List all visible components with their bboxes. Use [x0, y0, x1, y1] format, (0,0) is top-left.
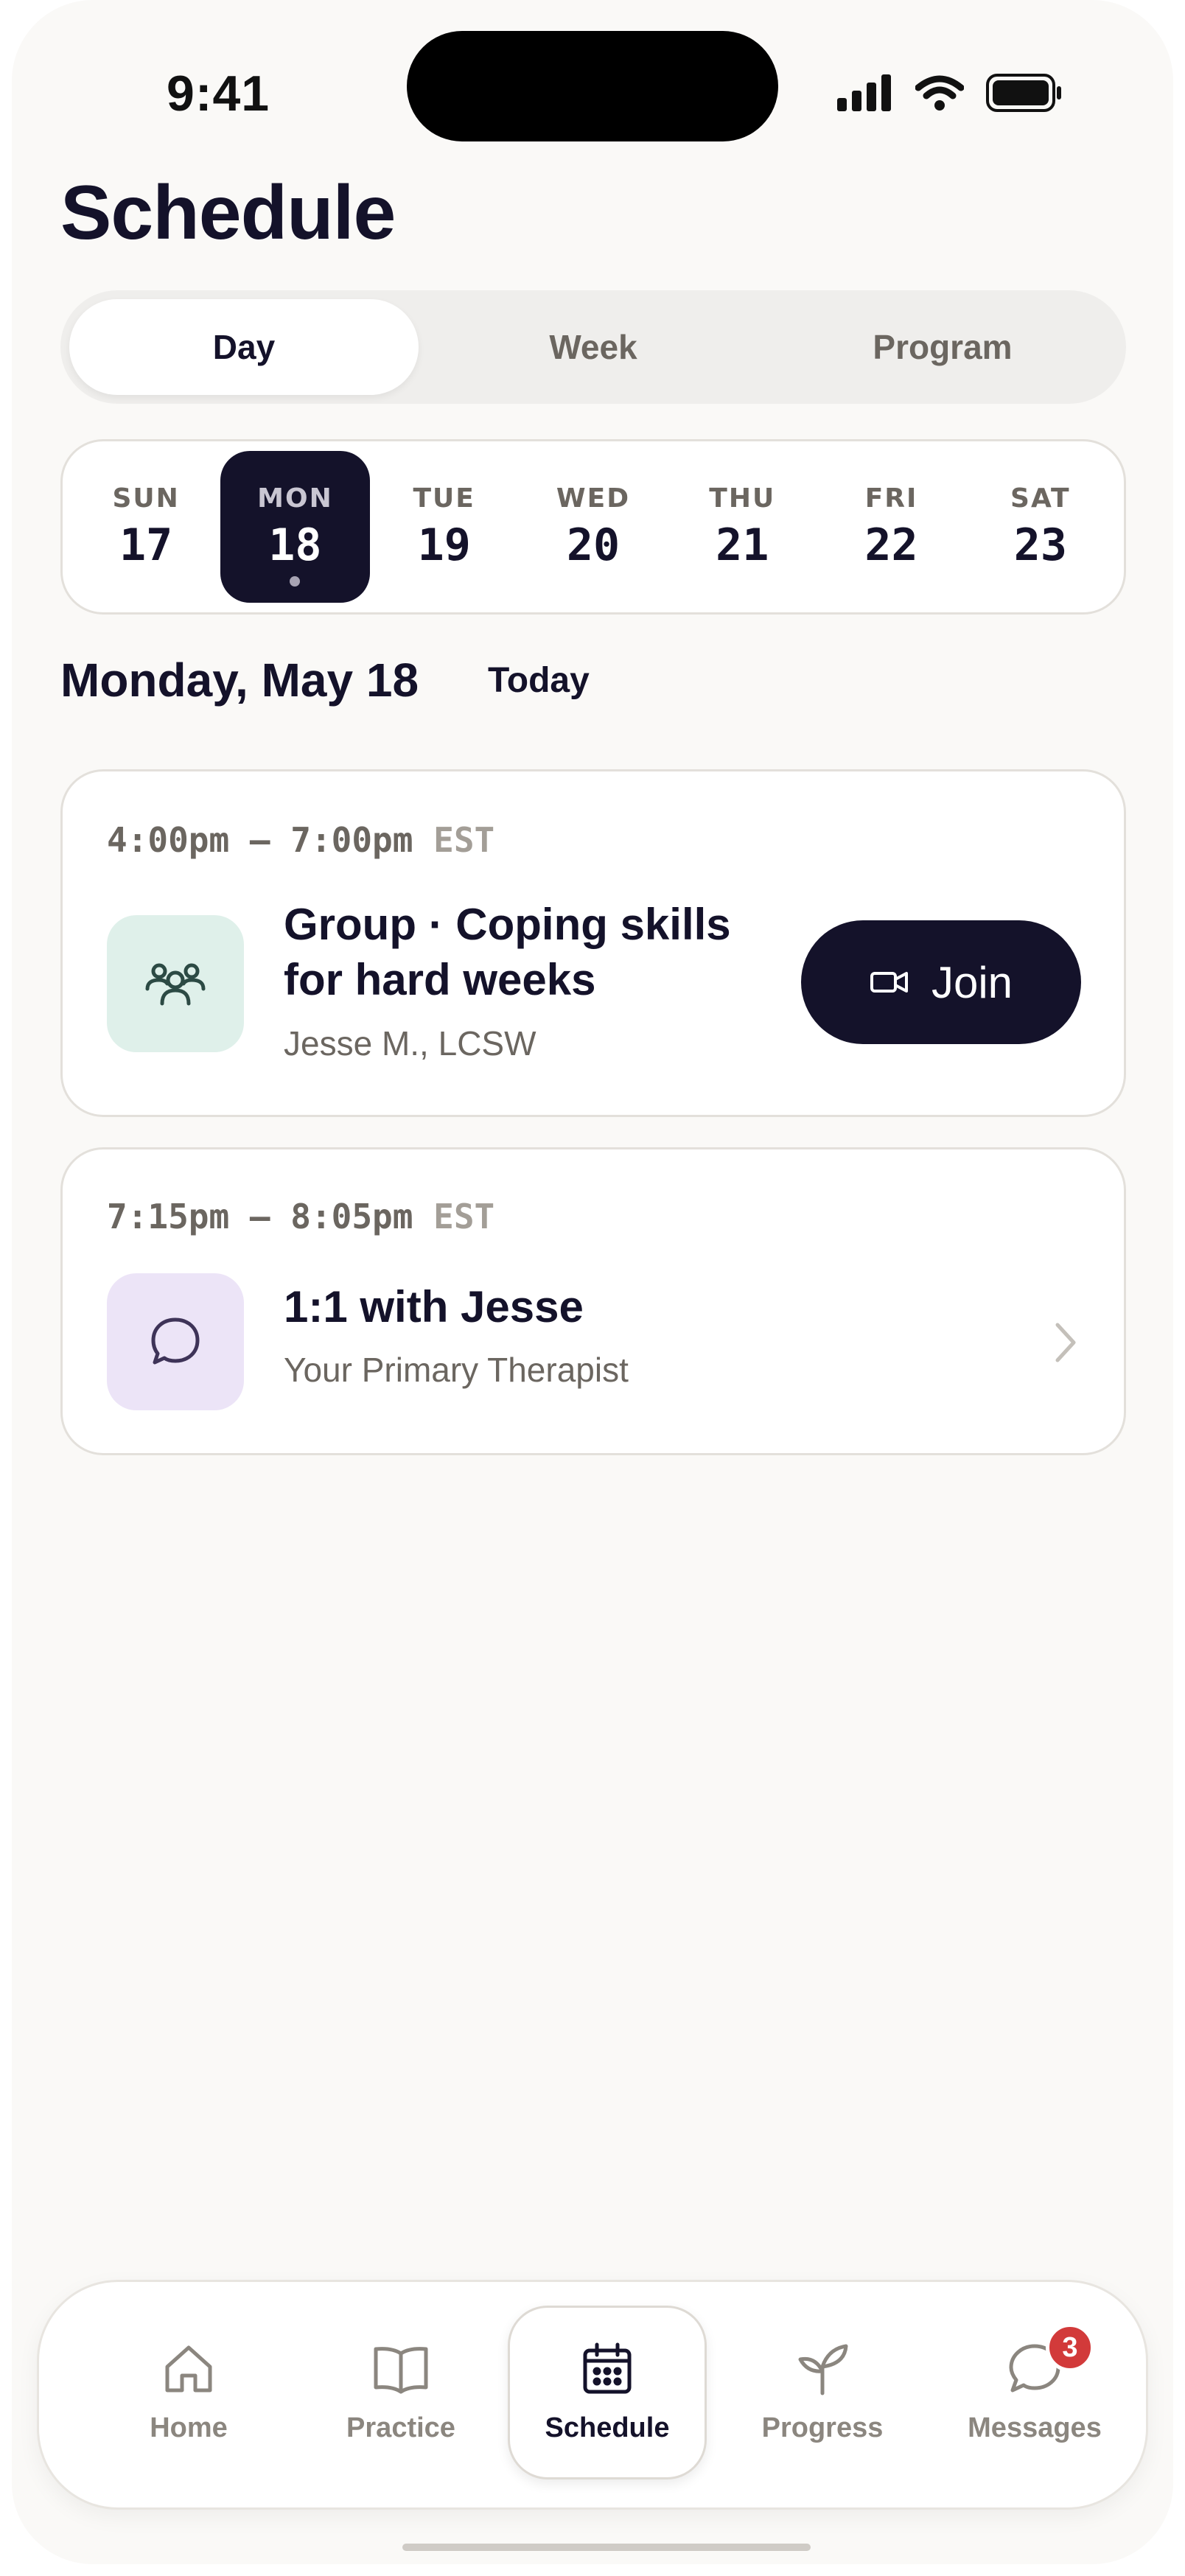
session-title: Group · Coping skills for hard weeks — [284, 900, 731, 1004]
session-host: Jesse M., LCSW — [284, 1024, 536, 1063]
chat-bubble-icon — [107, 1273, 244, 1410]
day-number: 17 — [119, 519, 173, 571]
tab-program[interactable]: Program — [768, 299, 1117, 395]
tab-label: Messages — [968, 2412, 1102, 2443]
tab-practice[interactable]: Practice — [301, 2306, 500, 2479]
session-card-one-on-one[interactable]: 7:15pm – 8:05pm EST 1:1 with Jesse Your … — [60, 1147, 1126, 1455]
session-time: 7:15pm – 8:05pm EST — [107, 1197, 494, 1236]
day-sat[interactable]: SAT 23 — [966, 451, 1115, 603]
session-time: 4:00pm – 7:00pm EST — [107, 820, 494, 860]
day-name: MON — [257, 483, 333, 514]
view-toggle: Day Week Program — [60, 290, 1126, 404]
tab-label: Practice — [346, 2412, 455, 2443]
day-fri[interactable]: FRI 22 — [817, 451, 965, 603]
session-time-range: 4:00pm – 7:00pm — [107, 820, 413, 860]
day-name: THU — [709, 483, 776, 514]
session-title: 1:1 with Jesse — [284, 1282, 584, 1331]
tab-label: Schedule — [545, 2412, 670, 2443]
sprout-icon — [798, 2344, 848, 2395]
session-timezone: EST — [433, 1197, 495, 1236]
day-wed[interactable]: WED 20 — [519, 451, 668, 603]
day-tue[interactable]: TUE 19 — [370, 451, 519, 603]
tab-messages[interactable]: Messages 3 — [935, 2306, 1134, 2479]
status-icons — [837, 74, 1063, 112]
status-time: 9:41 — [167, 66, 270, 122]
unread-badge: 3 — [1046, 2323, 1094, 2372]
book-icon — [374, 2346, 428, 2393]
session-time-range: 7:15pm – 8:05pm — [107, 1197, 413, 1236]
home-indicator — [402, 2544, 811, 2551]
chevron-right-icon — [1055, 1323, 1076, 1362]
today-button[interactable]: Today — [473, 656, 604, 705]
day-name: SUN — [112, 483, 180, 514]
day-number: 23 — [1013, 519, 1067, 571]
dynamic-island — [407, 31, 778, 141]
group-icon — [107, 915, 244, 1052]
day-number: 20 — [566, 519, 621, 571]
day-sun[interactable]: SUN 17 — [71, 451, 220, 603]
page-title: Schedule — [60, 170, 396, 256]
day-name: SAT — [1010, 483, 1071, 514]
session-host: Your Primary Therapist — [284, 1351, 629, 1389]
day-number: 19 — [417, 519, 471, 571]
join-button-label: Join — [931, 957, 1013, 1007]
battery-icon — [986, 74, 1061, 112]
tab-home[interactable]: Home — [89, 2306, 288, 2479]
phone-screen: 9:41 Schedule Day Week Program SUN 17 MO… — [12, 0, 1173, 2564]
tab-label: Home — [150, 2412, 228, 2443]
video-camera-icon — [870, 972, 908, 993]
day-mon-selected[interactable]: MON 18 — [220, 451, 370, 603]
tab-day[interactable]: Day — [69, 299, 419, 395]
day-thu[interactable]: THU 21 — [668, 451, 817, 603]
week-day-strip: SUN 17 MON 18 TUE 19 WED 20 THU 21 FRI 2… — [60, 439, 1126, 615]
day-name: TUE — [413, 483, 475, 514]
session-timezone: EST — [433, 820, 495, 860]
tab-progress[interactable]: Progress — [723, 2306, 922, 2479]
day-number: 18 — [268, 519, 322, 571]
day-number: 21 — [716, 519, 769, 571]
signal-icon — [837, 74, 891, 111]
calendar-icon — [583, 2342, 632, 2393]
date-heading: Monday, May 18 — [60, 654, 419, 707]
tab-schedule-active[interactable]: Schedule — [508, 2306, 707, 2479]
tab-week[interactable]: Week — [419, 299, 768, 395]
tab-bar: Home Practice Schedule Progress Messages… — [37, 2280, 1148, 2510]
day-number: 22 — [864, 519, 918, 571]
wifi-icon — [915, 75, 964, 111]
event-dot — [290, 576, 301, 587]
day-name: WED — [556, 483, 631, 514]
session-card-group[interactable]: 4:00pm – 7:00pm EST Group · Coping skill… — [60, 769, 1126, 1117]
tab-label: Progress — [761, 2412, 884, 2443]
join-button[interactable]: Join — [801, 920, 1081, 1044]
home-icon — [165, 2345, 212, 2392]
day-name: FRI — [864, 483, 918, 514]
